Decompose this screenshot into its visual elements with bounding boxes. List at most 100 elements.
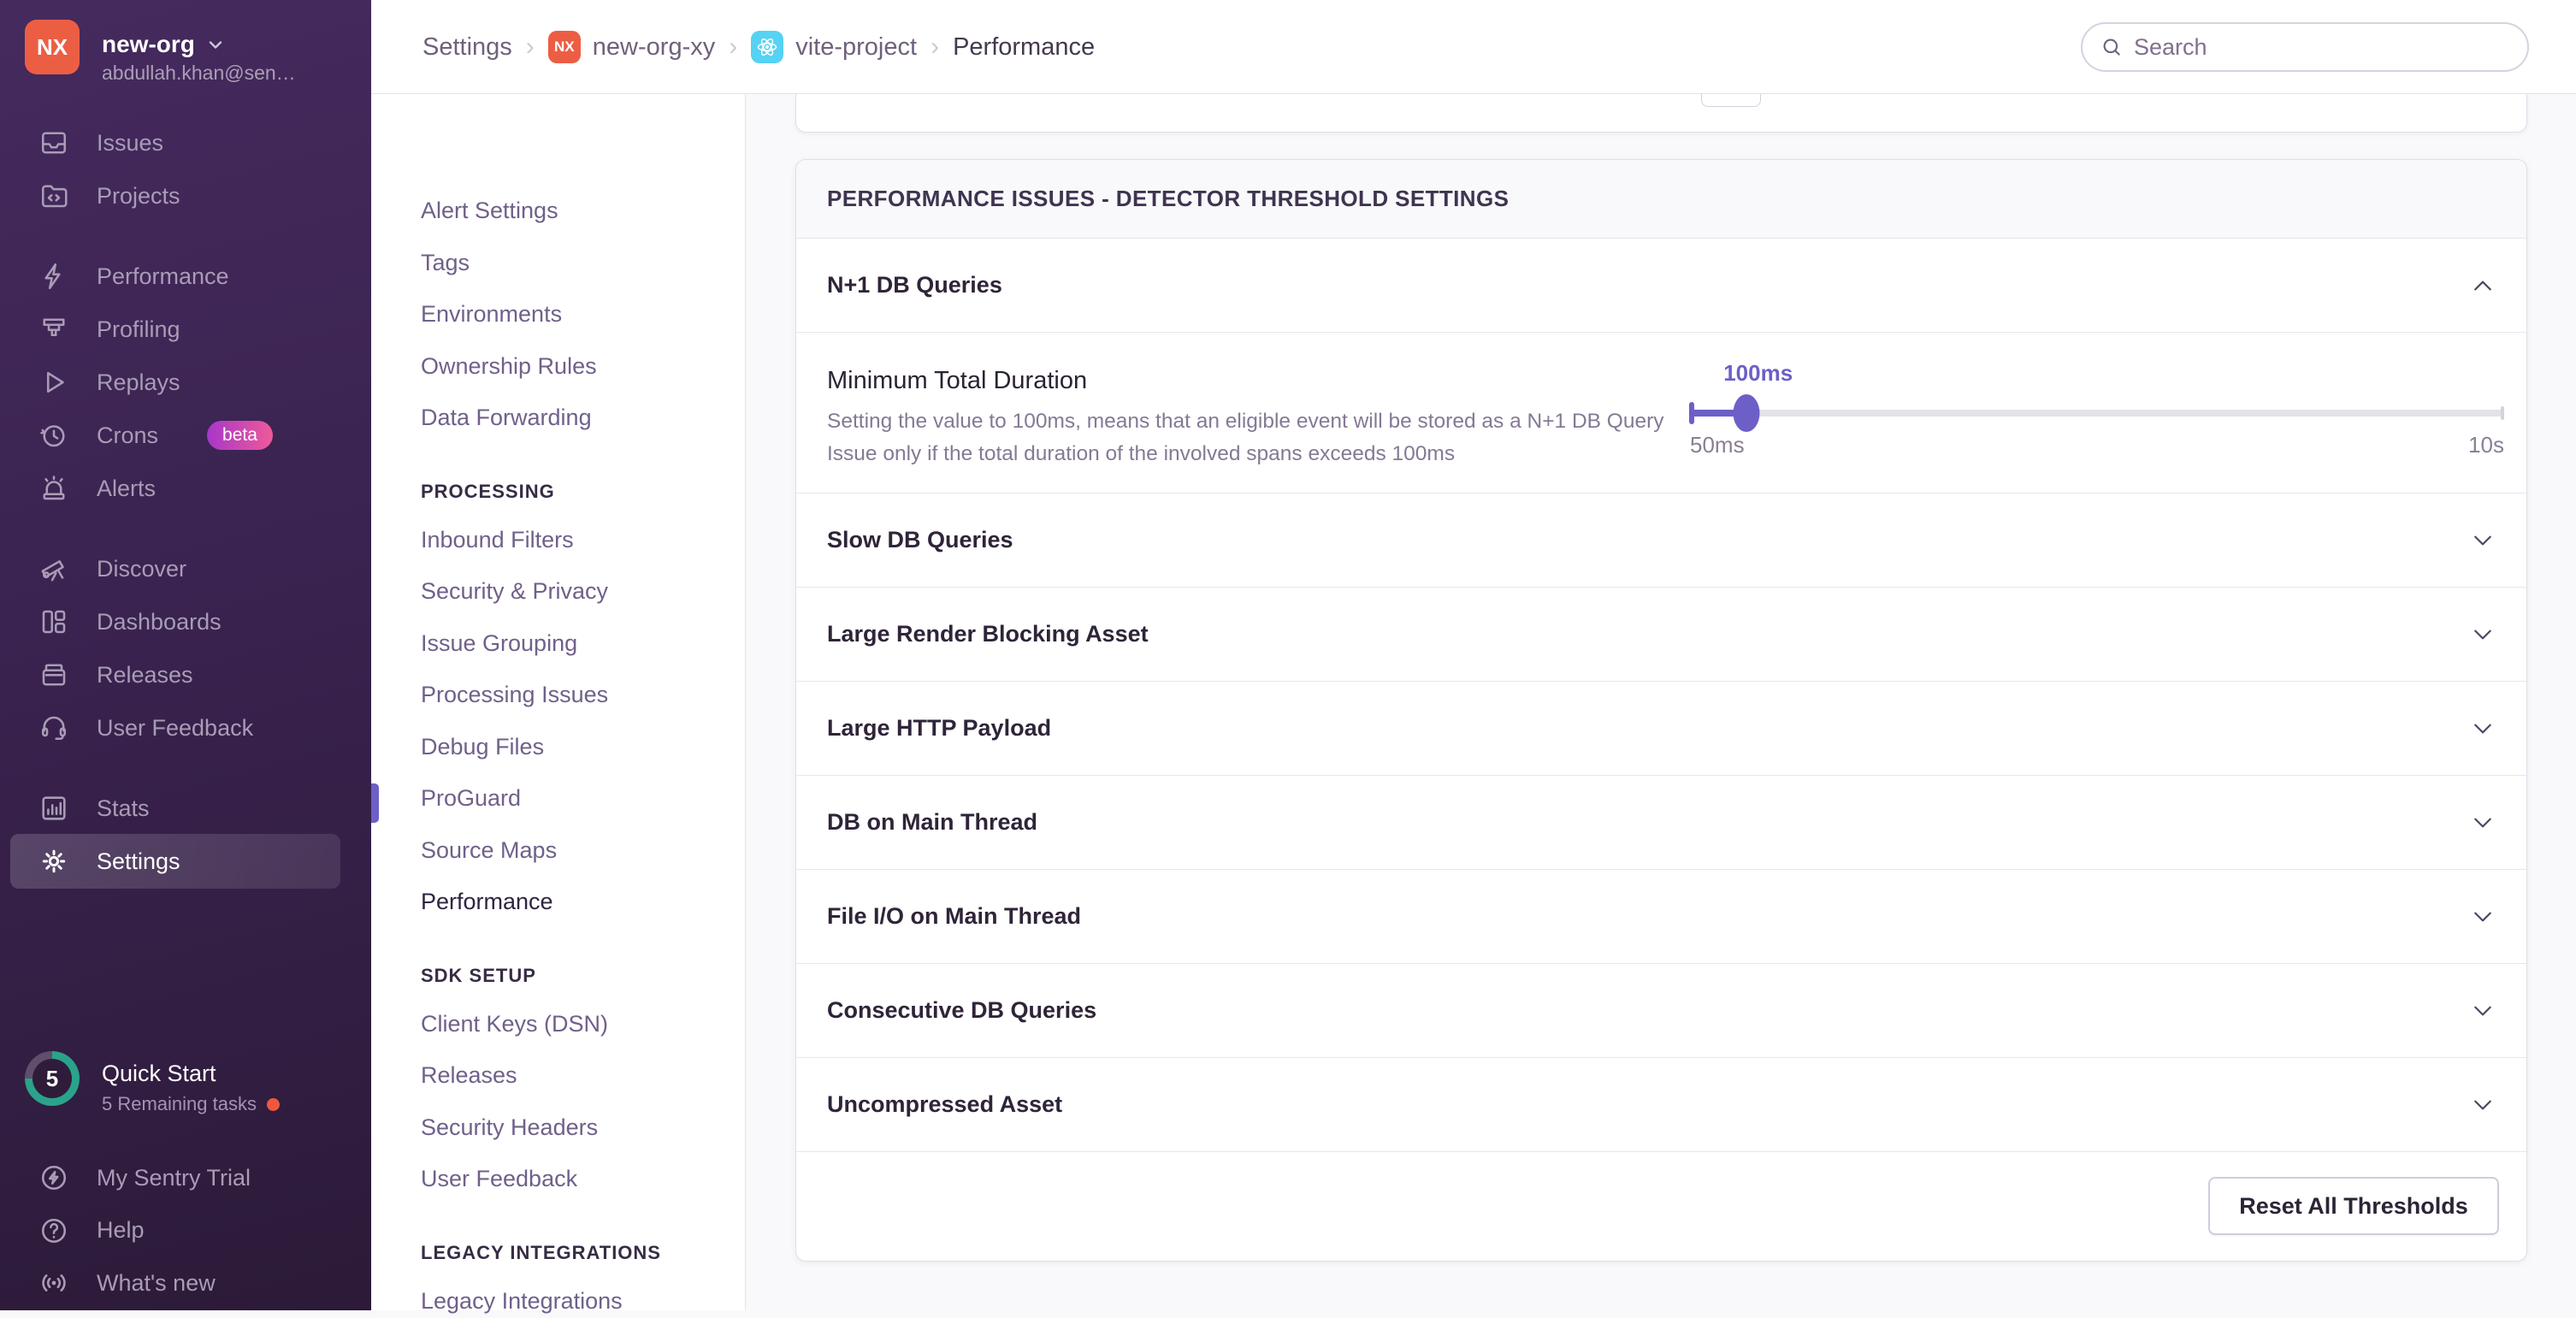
broadcast-icon	[37, 1266, 71, 1300]
sidebar-item-label: What's new	[97, 1270, 216, 1297]
sidebar-item-label: Stats	[97, 795, 150, 822]
settings-nav-item-debug-files[interactable]: Debug Files	[371, 730, 746, 764]
accordion-row-consecutive-db-queries[interactable]: Consecutive DB Queries	[796, 964, 2526, 1058]
sidebar-item-replays[interactable]: Replays	[0, 362, 371, 403]
slider-end-cap	[2501, 406, 2504, 420]
accordion-row-n1-db-queries[interactable]: N+1 DB Queries	[796, 239, 2526, 333]
sidebar-item-label: Crons	[97, 423, 158, 449]
sidebar-item-issues[interactable]: Issues	[0, 122, 371, 163]
quick-start-label[interactable]: Quick Start	[102, 1061, 216, 1087]
chevron-down-icon	[2470, 622, 2496, 647]
settings-nav-item-alert-settings[interactable]: Alert Settings	[371, 193, 746, 228]
sidebar-item-profiling[interactable]: Profiling	[0, 309, 371, 350]
sidebar-item-crons[interactable]: Cronsbeta	[0, 415, 371, 456]
sidebar-item-user-feedback[interactable]: User Feedback	[0, 707, 371, 748]
sidebar-item-stats[interactable]: Stats	[0, 788, 371, 829]
accordion-row-title: Slow DB Queries	[827, 527, 1013, 553]
partial-input-remnant	[1701, 94, 1761, 107]
sidebar-item-label: Discover	[97, 556, 186, 582]
accordion-row-large-render-blocking-asset[interactable]: Large Render Blocking Asset	[796, 588, 2526, 682]
threshold-slider: 100ms 50ms 10s	[1690, 333, 2504, 494]
settings-nav-item-legacy-integrations[interactable]: Legacy Integrations	[371, 1284, 746, 1318]
settings-nav-item-security-headers[interactable]: Security Headers	[371, 1110, 746, 1144]
accordion-row-slow-db-queries[interactable]: Slow DB Queries	[796, 494, 2526, 588]
settings-nav-item-client-keys-dsn[interactable]: Client Keys (DSN)	[371, 1007, 746, 1041]
sidebar-item-settings[interactable]: Settings	[0, 841, 371, 882]
slider-rail[interactable]	[1690, 410, 2504, 417]
org-email: abdullah.khan@sen…	[102, 62, 296, 85]
nav-section-header-sdk-setup: SDK SETUP	[371, 959, 746, 993]
sidebar-item-label: Releases	[97, 662, 193, 689]
settings-nav-item-security-privacy[interactable]: Security & Privacy	[371, 574, 746, 608]
sidebar-footer-help[interactable]: Help	[0, 1210, 371, 1251]
breadcrumb-settings[interactable]: Settings	[422, 33, 512, 62]
settings-nav-item-user-feedback[interactable]: User Feedback	[371, 1161, 746, 1196]
breadcrumb-vite-project[interactable]: vite-project	[751, 31, 917, 63]
sidebar-item-discover[interactable]: Discover	[0, 548, 371, 589]
settings-nav-item-inbound-filters[interactable]: Inbound Filters	[371, 523, 746, 557]
discover-icon	[37, 552, 71, 586]
stats-icon	[37, 791, 71, 825]
settings-nav-item-performance[interactable]: Performance	[371, 884, 746, 919]
settings-nav-item-proguard[interactable]: ProGuard	[371, 781, 746, 815]
previous-panel-partial	[795, 94, 2527, 133]
sidebar-item-label: Profiling	[97, 316, 180, 343]
slider-value-label: 100ms	[1699, 360, 1818, 387]
accordion-row-title: Uncompressed Asset	[827, 1091, 1062, 1118]
settings-nav-item-source-maps[interactable]: Source Maps	[371, 833, 746, 867]
search-icon	[2100, 35, 2124, 59]
setting-text: Minimum Total Duration Setting the value…	[827, 367, 1691, 470]
sidebar-item-label: Dashboards	[97, 609, 222, 635]
accordion-row-db-on-main-thread[interactable]: DB on Main Thread	[796, 776, 2526, 870]
sidebar-footer-what-s-new[interactable]: What's new	[0, 1262, 371, 1303]
search-box[interactable]	[2081, 22, 2529, 72]
notification-dot	[267, 1098, 280, 1111]
chevron-down-icon	[205, 34, 226, 55]
sidebar-item-releases[interactable]: Releases	[0, 654, 371, 695]
slider-thumb[interactable]	[1733, 394, 1759, 432]
breadcrumb-performance: Performance	[953, 33, 1095, 62]
sidebar-item-projects[interactable]: Projects	[0, 175, 371, 216]
sidebar-item-performance[interactable]: Performance	[0, 256, 371, 297]
search-input[interactable]	[2134, 34, 2493, 61]
sidebar-item-alerts[interactable]: Alerts	[0, 468, 371, 509]
user-feedback-icon	[37, 711, 71, 745]
app-sidebar: NX new-org abdullah.khan@sen… Issues Proj…	[0, 0, 371, 1310]
org-avatar[interactable]: NX	[25, 20, 80, 74]
dashboards-icon	[37, 605, 71, 639]
breadcrumb-new-org-xy[interactable]: NXnew-org-xy	[548, 31, 715, 63]
settings-nav-item-data-forwarding[interactable]: Data Forwarding	[371, 400, 746, 434]
react-project-icon	[751, 31, 783, 63]
accordion-row-file-i-o-on-main-thread[interactable]: File I/O on Main Thread	[796, 870, 2526, 964]
profiling-icon	[37, 312, 71, 346]
chevron-down-icon	[2470, 716, 2496, 742]
panel-footer: Reset All Thresholds	[796, 1152, 2526, 1261]
breadcrumb-label: Settings	[422, 33, 512, 62]
panel-title: PERFORMANCE ISSUES - DETECTOR THRESHOLD …	[796, 160, 2526, 239]
settings-nav-item-environments[interactable]: Environments	[371, 297, 746, 331]
settings-nav-item-ownership-rules[interactable]: Ownership Rules	[371, 349, 746, 383]
sidebar-item-label: Projects	[97, 183, 180, 210]
accordion-row-uncompressed-asset[interactable]: Uncompressed Asset	[796, 1058, 2526, 1152]
breadcrumb-separator: ›	[729, 33, 737, 62]
accordion-row-large-http-payload[interactable]: Large HTTP Payload	[796, 682, 2526, 776]
settings-nav-item-tags[interactable]: Tags	[371, 245, 746, 280]
settings-nav-item-issue-grouping[interactable]: Issue Grouping	[371, 626, 746, 660]
sidebar-item-label: Help	[97, 1217, 145, 1244]
setting-description: Setting the value to 100ms, means that a…	[827, 405, 1691, 470]
main-content: PERFORMANCE ISSUES - DETECTOR THRESHOLD …	[746, 94, 2576, 1310]
projects-icon	[37, 179, 71, 213]
sidebar-item-dashboards[interactable]: Dashboards	[0, 601, 371, 642]
chevron-down-icon	[2470, 810, 2496, 836]
settings-nav-item-processing-issues[interactable]: Processing Issues	[371, 677, 746, 712]
chevron-down-icon	[2470, 528, 2496, 553]
reset-all-thresholds-button[interactable]: Reset All Thresholds	[2208, 1177, 2499, 1235]
org-switcher[interactable]: new-org	[102, 31, 226, 58]
quick-start-progress-ring[interactable]: 5	[25, 1051, 80, 1106]
n1-db-queries-settings: Minimum Total Duration Setting the value…	[796, 333, 2526, 494]
chevron-down-icon	[2470, 1092, 2496, 1118]
bolt-circle-icon	[37, 1161, 71, 1195]
settings-nav-item-releases[interactable]: Releases	[371, 1058, 746, 1092]
quick-start-remaining: 5 Remaining tasks	[102, 1093, 257, 1115]
sidebar-footer-my-sentry-trial[interactable]: My Sentry Trial	[0, 1157, 371, 1198]
